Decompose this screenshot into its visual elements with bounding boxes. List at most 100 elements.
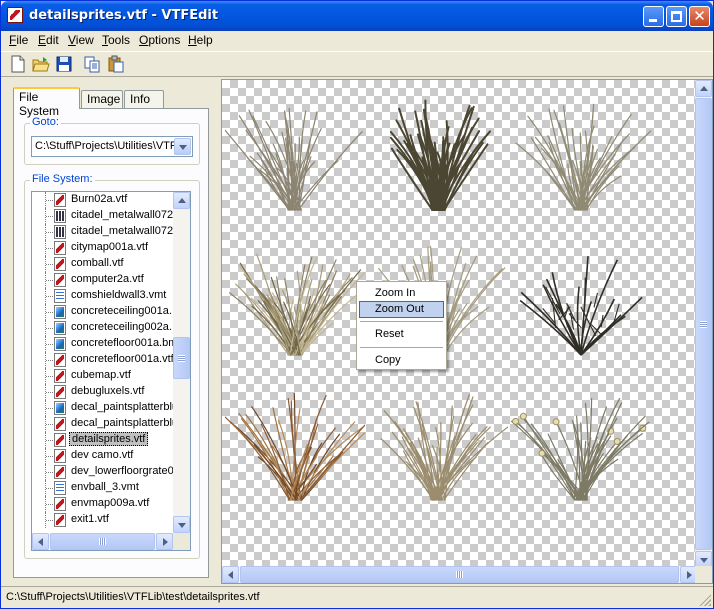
maximize-button[interactable] (666, 6, 687, 27)
scroll-up-arrow-icon[interactable] (173, 192, 190, 209)
file-list-item[interactable]: decal_paintsplatterblu (32, 400, 173, 416)
scroll-down-arrow-icon[interactable] (173, 516, 190, 533)
menu-options[interactable]: Options (139, 33, 180, 47)
file-name: concretefloor001a.vtf (71, 353, 173, 365)
minimize-button[interactable] (643, 6, 664, 27)
tree-connector (45, 288, 53, 304)
context-reset[interactable]: Reset (359, 326, 444, 343)
paste-icon[interactable] (107, 55, 125, 73)
menu-file[interactable]: File (9, 33, 28, 47)
maximize-icon (671, 11, 682, 22)
detail-sprite (368, 380, 510, 510)
file-list-item[interactable]: concreteceiling002a. (32, 320, 173, 336)
file-list-item[interactable]: comshieldwall3.vmt (32, 288, 173, 304)
vtfedit-app-icon[interactable] (7, 7, 23, 23)
menu-edit[interactable]: Edit (38, 33, 59, 47)
vmt-file-icon (54, 481, 66, 495)
tab-info[interactable]: Info (124, 90, 164, 108)
tree-horizontal-scrollbar[interactable] (32, 533, 173, 550)
file-list-item[interactable]: concretefloor001a.vtf (32, 352, 173, 368)
detail-sprite (225, 235, 367, 365)
title-bar[interactable]: detailsprites.vtf - VTFEdit ✕ (1, 1, 713, 31)
file-list-item[interactable]: citymap001a.vtf (32, 240, 173, 256)
context-menu: Zoom In Zoom Out Reset Copy (356, 281, 447, 370)
file-list-item[interactable]: dev_lowerfloorgrate0 (32, 464, 173, 480)
file-tree[interactable]: Burn02a.vtf citadel_metalwall072b citadel_… (31, 191, 191, 551)
context-zoom-out[interactable]: Zoom Out (359, 301, 444, 318)
tree-scroll-thumb[interactable] (173, 337, 190, 379)
vtf-file-icon (54, 497, 66, 511)
scrollbar-corner (695, 566, 712, 583)
file-name: envmap009a.vtf (71, 497, 150, 509)
detail-sprite (223, 380, 368, 510)
bmp-file-icon (54, 337, 66, 351)
file-name: decal_paintsplatterblu (71, 401, 173, 413)
goto-path-value[interactable]: C:\Stuff\Projects\Utilities\VTFLib\test (35, 140, 175, 152)
tree-hscroll-thumb[interactable] (50, 533, 155, 550)
file-list-item[interactable]: concretefloor001a.bmp (32, 336, 173, 352)
file-list-item[interactable]: citadel_metalwall072b (32, 224, 173, 240)
close-button[interactable]: ✕ (689, 6, 710, 27)
copy-icon[interactable] (83, 55, 101, 73)
texture-canvas[interactable] (222, 80, 697, 568)
tree-vertical-scrollbar[interactable] (173, 192, 190, 533)
menu-help[interactable]: Help (188, 33, 213, 47)
file-list-item[interactable]: computer2a.vtf (32, 272, 173, 288)
file-list-item[interactable]: comball.vtf (32, 256, 173, 272)
viewer-scroll-thumb[interactable] (695, 98, 712, 550)
scroll-left-arrow-icon[interactable] (32, 533, 49, 550)
file-list-item[interactable]: cubemap.vtf (32, 368, 173, 384)
tree-connector (45, 432, 53, 448)
scrollbar-corner (173, 533, 190, 550)
viewer-vertical-scrollbar[interactable] (695, 80, 712, 568)
scroll-up-arrow-icon[interactable] (695, 80, 712, 97)
vmt-file-icon (54, 289, 66, 303)
menu-tools[interactable]: Tools (102, 33, 130, 47)
tree-connector (45, 192, 53, 208)
left-panel: File System Image Info Goto: C:\Stuff\Pr… (5, 81, 211, 581)
file-list-item[interactable]: concreteceiling001a. (32, 304, 173, 320)
file-system-label: File System: (30, 173, 95, 185)
vtf-file-icon (54, 273, 66, 287)
vtf-file-icon (54, 193, 66, 207)
vtf-file-icon (54, 513, 66, 527)
image-viewer[interactable] (221, 79, 713, 584)
context-zoom-in[interactable]: Zoom In (359, 285, 444, 302)
status-path: C:\Stuff\Projects\Utilities\VTFLib\test\… (6, 591, 260, 603)
grid-file-icon (54, 209, 66, 223)
file-list-item[interactable]: envmap009a.vtf (32, 496, 173, 512)
resize-grip-icon[interactable] (699, 594, 711, 606)
open-icon[interactable] (32, 55, 50, 73)
file-list-item[interactable]: decal_paintsplatterblu (32, 416, 173, 432)
file-name: detailsprites.vtf (69, 432, 149, 446)
save-icon[interactable] (55, 55, 73, 73)
tab-file-system[interactable]: File System (13, 87, 80, 118)
menu-bar: File Edit View Tools Options Help (1, 31, 713, 50)
context-copy[interactable]: Copy (359, 352, 444, 369)
scroll-right-arrow-icon[interactable] (156, 533, 173, 550)
file-list-item[interactable]: dev camo.vtf (32, 448, 173, 464)
scroll-left-arrow-icon[interactable] (222, 566, 239, 583)
tab-image[interactable]: Image (81, 90, 123, 108)
viewer-hscroll-thumb[interactable] (240, 566, 679, 583)
grass-sprite-graphic (229, 253, 367, 356)
file-name: comshieldwall3.vmt (71, 289, 167, 301)
vtf-file-icon (54, 353, 66, 367)
minimize-icon (649, 19, 657, 22)
file-name: citadel_metalwall072b (71, 225, 173, 237)
file-list-item[interactable]: envball_3.vmt (32, 480, 173, 496)
file-list-item[interactable]: Burn02a.vtf (32, 192, 173, 208)
file-list-item[interactable]: citadel_metalwall072b (32, 208, 173, 224)
context-separator (360, 321, 443, 322)
viewer-horizontal-scrollbar[interactable] (222, 566, 697, 583)
new-icon[interactable] (9, 55, 27, 73)
goto-combo[interactable]: C:\Stuff\Projects\Utilities\VTFLib\test (31, 136, 193, 157)
file-list-item[interactable]: debugluxels.vtf (32, 384, 173, 400)
file-list-item[interactable]: exit1.vtf (32, 512, 173, 528)
file-list-item[interactable]: detailsprites.vtf (32, 432, 173, 448)
app-window: detailsprites.vtf - VTFEdit ✕ File Edit … (0, 0, 714, 609)
menu-view[interactable]: View (68, 33, 94, 47)
goto-group: Goto: C:\Stuff\Projects\Utilities\VTFLib… (24, 116, 200, 165)
detail-sprite (511, 235, 651, 365)
chevron-down-icon[interactable] (174, 138, 191, 155)
